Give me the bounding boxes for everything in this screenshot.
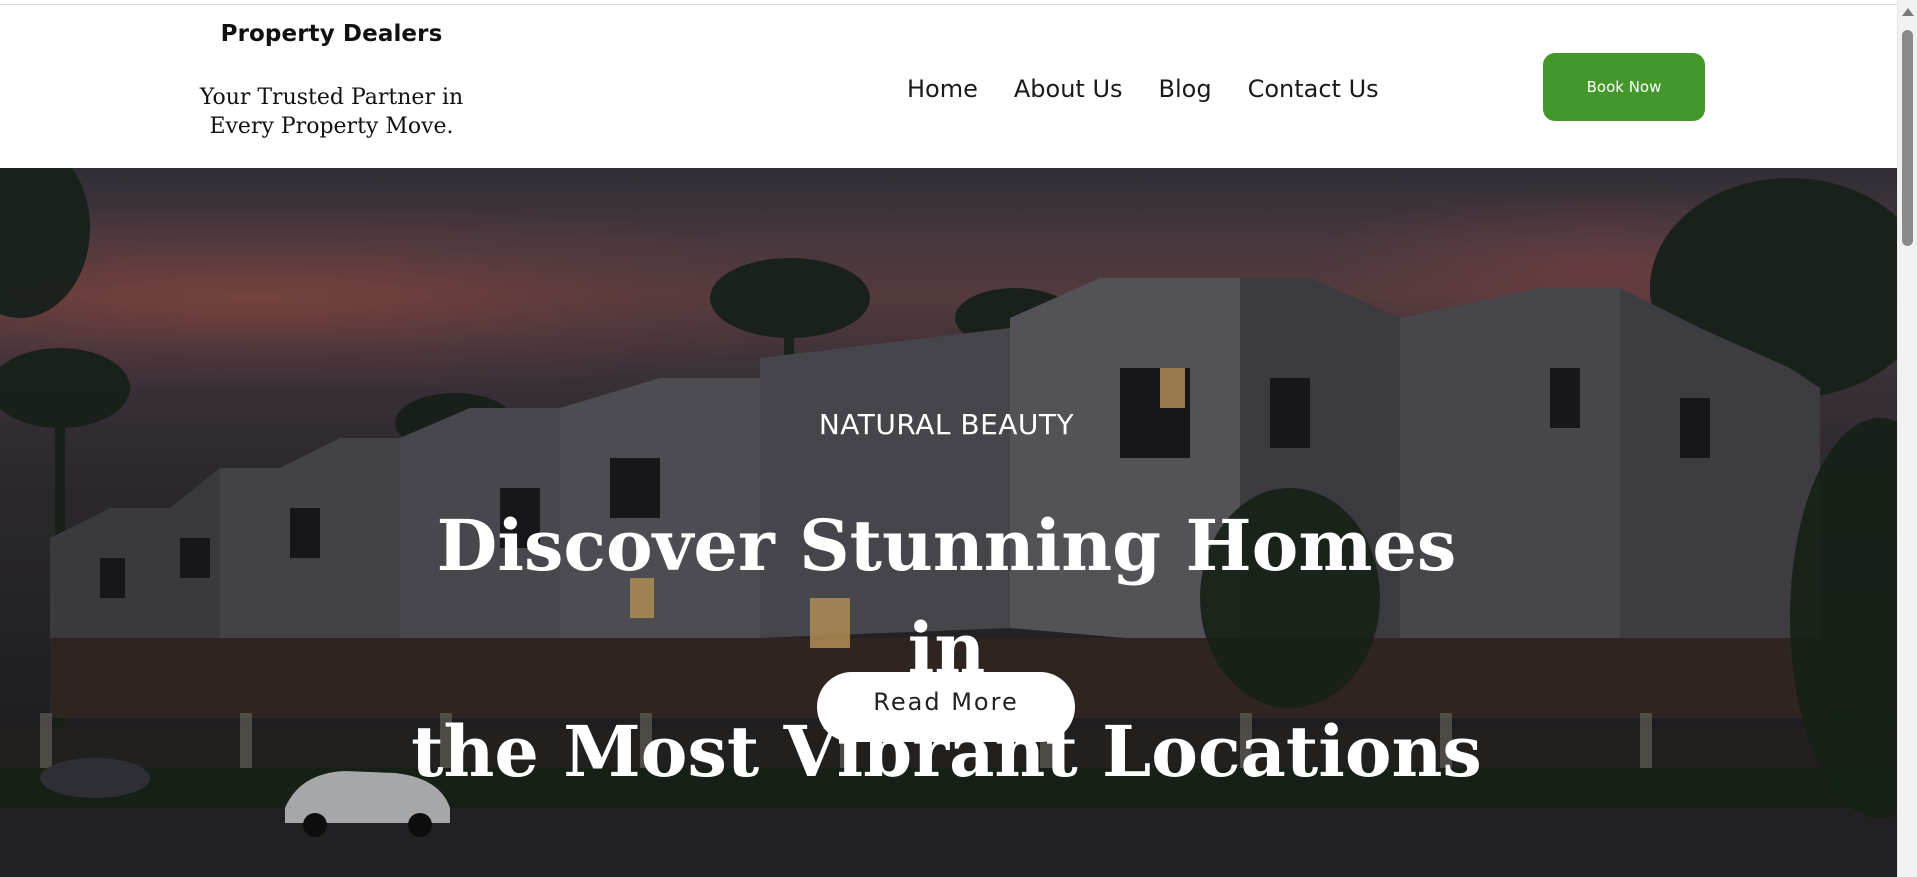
page: Property Dealers Your Trusted Partner in…: [0, 0, 1917, 877]
main-nav: Home About Us Blog Contact Us: [907, 71, 1379, 107]
brand-tagline: Your Trusted Partner in Every Property M…: [180, 83, 483, 141]
chevron-up-icon[interactable]: [1902, 8, 1914, 16]
site-header: Property Dealers Your Trusted Partner in…: [0, 5, 1897, 168]
vertical-scrollbar[interactable]: [1897, 0, 1917, 877]
tagline-line-2: Every Property Move.: [209, 114, 454, 139]
nav-link-blog[interactable]: Blog: [1159, 71, 1212, 107]
nav-link-contact-us[interactable]: Contact Us: [1248, 71, 1379, 107]
hero-title-line-1: Discover Stunning Homes: [436, 504, 1457, 587]
brand-name[interactable]: Property Dealers: [180, 21, 483, 47]
hero-eyebrow: NATURAL BEAUTY: [818, 408, 1075, 441]
tagline-line-1: Your Trusted Partner in: [199, 85, 464, 110]
hero-section: NATURAL BEAUTY Discover Stunning Homes i…: [0, 168, 1897, 877]
brand[interactable]: Property Dealers Your Trusted Partner in…: [180, 21, 483, 141]
book-now-button[interactable]: Book Now: [1543, 53, 1705, 121]
read-more-button[interactable]: Read More: [817, 672, 1075, 742]
scrollbar-thumb[interactable]: [1902, 30, 1913, 246]
nav-link-home[interactable]: Home: [907, 71, 978, 107]
hero-content: NATURAL BEAUTY Discover Stunning Homes i…: [0, 168, 1897, 877]
hero-title: Discover Stunning Homes in the Most Vibr…: [0, 494, 1893, 803]
nav-link-about-us[interactable]: About Us: [1014, 71, 1123, 107]
